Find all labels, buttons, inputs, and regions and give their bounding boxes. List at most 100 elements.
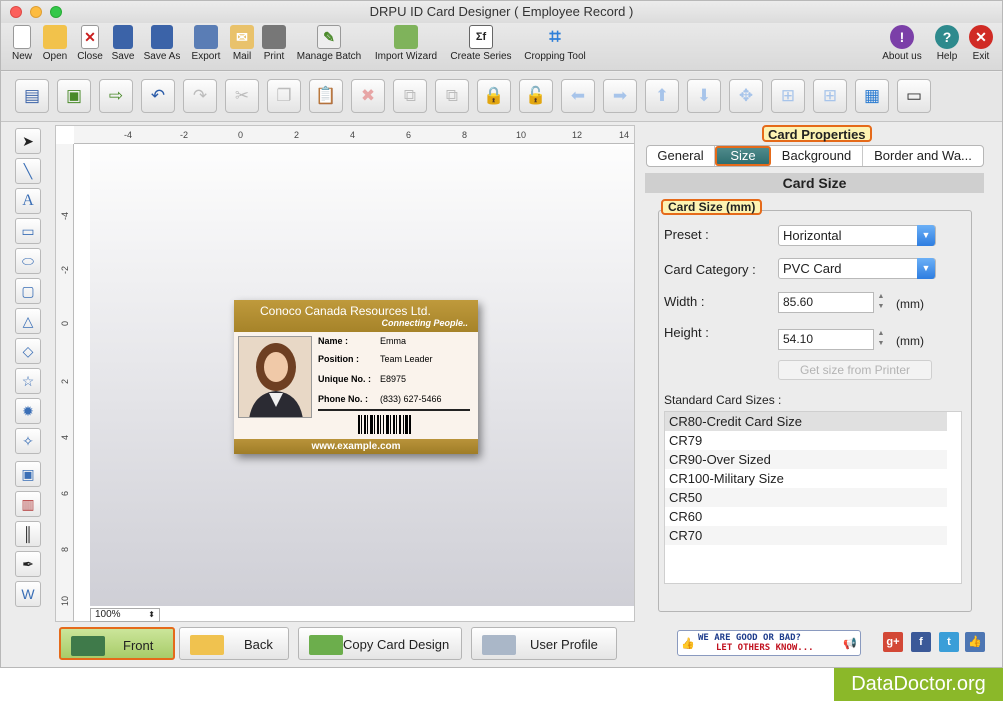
grid-button[interactable]: ▦ xyxy=(855,79,889,113)
height-stepper[interactable]: ▲ ▼ xyxy=(876,329,886,350)
triangle-tool[interactable]: △ xyxy=(15,308,41,334)
sparkle-tool[interactable]: ✧ xyxy=(15,428,41,454)
width-input[interactable]: 85.60 xyxy=(778,292,874,313)
center-horizontal-button[interactable]: ⊞ xyxy=(771,79,805,113)
preset-select[interactable]: Horizontal ▼ xyxy=(778,225,936,246)
star-tool[interactable]: ☆ xyxy=(15,368,41,394)
center-both-button[interactable]: ✥ xyxy=(729,79,763,113)
list-item[interactable]: CR50 xyxy=(665,488,947,507)
vertical-ruler: -4 -2 0 2 4 6 8 10 xyxy=(56,144,74,621)
list-item[interactable]: CR100-Military Size xyxy=(665,469,961,488)
card-size-header: Card Size xyxy=(645,173,984,193)
import-wizard-icon xyxy=(394,25,418,49)
cut-button[interactable]: ✂ xyxy=(225,79,259,113)
new-button[interactable]: New xyxy=(7,25,37,62)
tab-size[interactable]: Size xyxy=(715,146,771,166)
like-icon[interactable]: 👍 xyxy=(965,632,985,652)
send-back-button[interactable]: ⧉ xyxy=(435,79,469,113)
library-tool[interactable]: ▥ xyxy=(15,491,41,517)
card-category-select[interactable]: PVC Card ▼ xyxy=(778,258,936,279)
move-down-button[interactable]: ⬇ xyxy=(687,79,721,113)
preset-label: Preset : xyxy=(664,227,709,242)
move-right-button[interactable]: ➡ xyxy=(603,79,637,113)
close-document-icon: ✕ xyxy=(81,25,99,49)
cropping-tool-button[interactable]: ⌗ Cropping Tool xyxy=(519,25,591,63)
pointer-tool[interactable]: ➤ xyxy=(15,128,41,154)
center-vertical-button[interactable]: ⊞ xyxy=(813,79,847,113)
insert-button[interactable]: ⇨ xyxy=(99,79,133,113)
watermark-tool[interactable]: W xyxy=(15,581,41,607)
page-properties-button[interactable]: ▤ xyxy=(15,79,49,113)
save-as-button[interactable]: Save As xyxy=(141,25,183,62)
create-series-button[interactable]: Σf Create Series xyxy=(447,25,515,62)
height-input[interactable]: 54.10 xyxy=(778,329,874,350)
exit-button[interactable]: ✕ Exit xyxy=(967,25,995,62)
import-wizard-button[interactable]: Import Wizard xyxy=(370,25,442,62)
export-button[interactable]: Export xyxy=(188,25,224,62)
card-divider xyxy=(318,409,470,411)
burst-tool[interactable]: ✹ xyxy=(15,398,41,424)
facebook-icon[interactable]: f xyxy=(911,632,931,652)
delete-button[interactable]: ✖ xyxy=(351,79,385,113)
zoom-window-button[interactable] xyxy=(50,6,62,18)
watermark-w-icon: W xyxy=(21,586,35,602)
list-item[interactable]: CR80-Credit Card Size xyxy=(665,412,947,431)
copy-button[interactable]: ❐ xyxy=(267,79,301,113)
google-plus-icon[interactable]: g+ xyxy=(883,632,903,652)
card-company-name: Conoco Canada Resources Ltd. xyxy=(260,304,431,318)
open-button[interactable]: Open xyxy=(39,25,71,62)
barcode-tool[interactable]: ║ xyxy=(15,521,41,547)
ellipse-tool[interactable]: ⬭ xyxy=(15,248,41,274)
undo-button[interactable]: ↶ xyxy=(141,79,175,113)
help-button[interactable]: ? Help xyxy=(933,25,961,62)
window-title: DRPU ID Card Designer ( Employee Record … xyxy=(369,4,634,19)
signature-tool[interactable]: ✒ xyxy=(15,551,41,577)
tab-general[interactable]: General xyxy=(647,146,715,166)
redo-icon: ↷ xyxy=(192,86,208,105)
image-tool[interactable]: ▣ xyxy=(15,461,41,487)
move-left-button[interactable]: ⬅ xyxy=(561,79,595,113)
employee-photo[interactable] xyxy=(238,336,312,418)
minimize-window-button[interactable] xyxy=(30,6,42,18)
get-size-from-printer-button[interactable]: Get size from Printer xyxy=(778,360,932,380)
diamond-tool[interactable]: ◇ xyxy=(15,338,41,364)
mail-button[interactable]: ✉ Mail xyxy=(228,25,256,62)
feedback-button[interactable]: 👍 WE ARE GOOD OR BAD? LET OTHERS KNOW...… xyxy=(677,630,861,656)
redo-button[interactable]: ↷ xyxy=(183,79,217,113)
card-properties-panel: Card Properties General Size Background … xyxy=(641,125,997,622)
about-us-button[interactable]: ! About us xyxy=(877,25,927,62)
close-button[interactable]: ✕ Close xyxy=(73,25,107,62)
width-stepper[interactable]: ▲ ▼ xyxy=(876,292,886,313)
tab-border-and-watermark[interactable]: Border and Wa... xyxy=(863,146,983,166)
back-side-button[interactable]: Back xyxy=(179,627,289,660)
list-item[interactable]: CR90-Over Sized xyxy=(665,450,947,469)
line-tool[interactable]: ╲ xyxy=(15,158,41,184)
rectangle-tool[interactable]: ▭ xyxy=(15,218,41,244)
list-item[interactable]: CR79 xyxy=(665,431,961,450)
text-tool[interactable]: A xyxy=(15,188,41,214)
list-item[interactable]: CR70 xyxy=(665,526,947,545)
manage-batch-button[interactable]: ✎ Manage Batch xyxy=(293,25,365,62)
user-profile-button[interactable]: User Profile xyxy=(471,627,617,660)
front-side-button[interactable]: Front xyxy=(59,627,175,660)
save-button[interactable]: Save xyxy=(109,25,137,62)
background-image-button[interactable]: ▣ xyxy=(57,79,91,113)
id-card-preview[interactable]: Conoco Canada Resources Ltd. Connecting … xyxy=(234,300,478,454)
tab-background[interactable]: Background xyxy=(771,146,863,166)
move-up-button[interactable]: ⬆ xyxy=(645,79,679,113)
copy-card-design-button[interactable]: Copy Card Design xyxy=(298,627,462,660)
paste-button[interactable]: 📋 xyxy=(309,79,343,113)
list-item[interactable]: CR60 xyxy=(665,507,961,526)
height-label: Height : xyxy=(664,325,709,340)
lock-button[interactable]: 🔒 xyxy=(477,79,511,113)
bring-front-button[interactable]: ⧉ xyxy=(393,79,427,113)
print-button[interactable]: Print xyxy=(260,25,288,62)
rounded-rectangle-tool[interactable]: ▢ xyxy=(15,278,41,304)
card-website: www.example.com xyxy=(234,439,478,454)
close-window-button[interactable] xyxy=(10,6,22,18)
ruler-button[interactable]: ▭ xyxy=(897,79,931,113)
zoom-select[interactable]: 100% ⬍ xyxy=(90,608,160,622)
unlock-button[interactable]: 🔓 xyxy=(519,79,553,113)
standard-sizes-list: CR80-Credit Card Size CR79 CR90-Over Siz… xyxy=(664,411,962,584)
twitter-icon[interactable]: t xyxy=(939,632,959,652)
